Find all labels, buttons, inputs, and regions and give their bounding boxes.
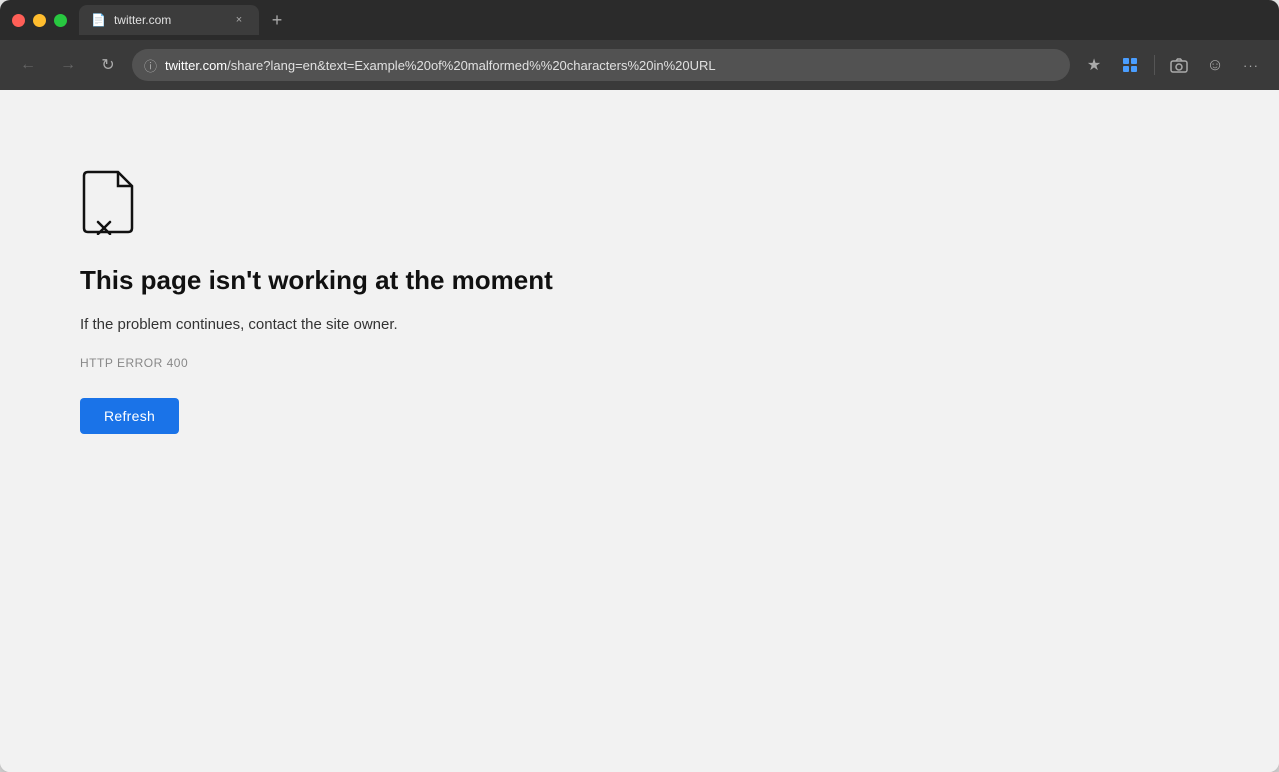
error-code: HTTP ERROR 400 (80, 356, 188, 370)
new-tab-button[interactable]: + (263, 6, 291, 34)
extensions-icon (1121, 56, 1139, 74)
error-file-icon (80, 170, 140, 235)
browser-window: 📄 twitter.com × + ← → ↻ ⓘ twitter.com/sh… (0, 0, 1279, 772)
bookmark-icon: ★ (1087, 55, 1101, 75)
back-button[interactable]: ← (12, 49, 44, 81)
toolbar-divider (1154, 55, 1155, 75)
camera-icon (1170, 56, 1188, 74)
forward-icon: → (60, 56, 76, 74)
traffic-lights (12, 14, 67, 27)
menu-button[interactable]: ··· (1235, 49, 1267, 81)
maximize-window-button[interactable] (54, 14, 67, 27)
error-container: This page isn't working at the moment If… (80, 170, 553, 434)
url-path: /share?lang=en&text=Example%20of%20malfo… (227, 58, 716, 73)
screenshot-button[interactable] (1163, 49, 1195, 81)
back-icon: ← (20, 56, 36, 74)
url-domain: twitter.com (165, 58, 227, 73)
lock-icon: ⓘ (144, 56, 157, 75)
active-tab[interactable]: 📄 twitter.com × (79, 5, 259, 35)
extensions-button[interactable] (1114, 49, 1146, 81)
tab-title: twitter.com (114, 13, 223, 27)
refresh-nav-button[interactable]: ↻ (92, 49, 124, 81)
tab-icon: 📄 (91, 13, 106, 27)
emoji-icon: ☺ (1206, 55, 1223, 75)
error-description: If the problem continues, contact the si… (80, 314, 398, 337)
error-icon (80, 170, 140, 240)
url-text: twitter.com/share?lang=en&text=Example%2… (165, 58, 1058, 73)
refresh-nav-icon: ↻ (101, 55, 114, 75)
address-bar[interactable]: ⓘ twitter.com/share?lang=en&text=Example… (132, 49, 1070, 81)
minimize-window-button[interactable] (33, 14, 46, 27)
refresh-button[interactable]: Refresh (80, 398, 179, 434)
page-content: This page isn't working at the moment If… (0, 90, 1279, 772)
emoji-button[interactable]: ☺ (1199, 49, 1231, 81)
forward-button[interactable]: → (52, 49, 84, 81)
tab-bar: 📄 twitter.com × + (79, 5, 1267, 35)
title-bar: 📄 twitter.com × + (0, 0, 1279, 40)
toolbar-right: ★ ☺ ··· (1078, 49, 1267, 81)
error-title: This page isn't working at the moment (80, 264, 553, 298)
bookmark-button[interactable]: ★ (1078, 49, 1110, 81)
tab-close-button[interactable]: × (231, 12, 247, 28)
menu-icon: ··· (1243, 58, 1259, 73)
navigation-bar: ← → ↻ ⓘ twitter.com/share?lang=en&text=E… (0, 40, 1279, 90)
close-window-button[interactable] (12, 14, 25, 27)
